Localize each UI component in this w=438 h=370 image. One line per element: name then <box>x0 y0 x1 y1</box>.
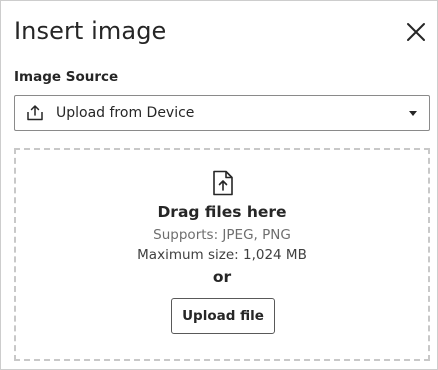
upload-file-button[interactable]: Upload file <box>171 298 275 334</box>
dialog-title: Insert image <box>14 17 167 45</box>
upload-tray-icon <box>26 104 44 122</box>
file-dropzone[interactable]: Drag files here Supports: JPEG, PNG Maxi… <box>14 148 430 361</box>
close-button[interactable] <box>403 19 429 45</box>
image-source-label: Image Source <box>14 69 119 85</box>
dropzone-heading: Drag files here <box>157 203 287 221</box>
max-file-size: Maximum size: 1,024 MB <box>137 247 307 263</box>
chevron-down-icon <box>409 111 417 116</box>
close-icon <box>407 23 425 41</box>
image-source-select[interactable]: Upload from Device <box>14 95 430 131</box>
file-upload-icon <box>212 170 234 196</box>
supported-formats: Supports: JPEG, PNG <box>153 227 291 243</box>
or-separator: or <box>212 268 232 286</box>
insert-image-dialog: Insert image Image Source Upload from De… <box>0 0 438 370</box>
image-source-value: Upload from Device <box>56 105 195 121</box>
